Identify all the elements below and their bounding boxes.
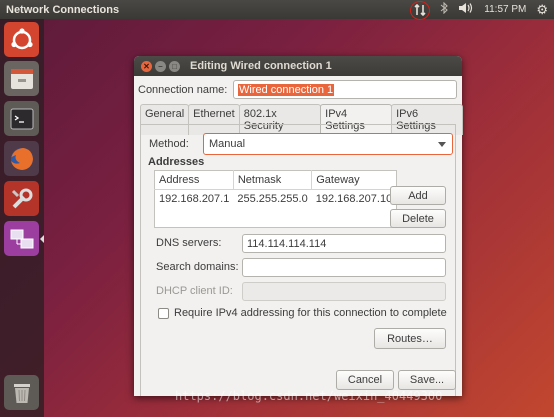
connection-name-field[interactable]: Wired connection 1	[233, 80, 457, 99]
require-ipv4-checkbox[interactable]	[158, 307, 169, 319]
require-ipv4-label: Require IPv4 addressing for this connect…	[174, 307, 447, 319]
method-value: Manual	[209, 138, 246, 150]
routes-button[interactable]: Routes…	[374, 328, 446, 349]
app-title: Network Connections	[6, 3, 120, 16]
method-select[interactable]: Manual	[203, 133, 453, 155]
column-header-address[interactable]: Address	[154, 170, 234, 190]
column-header-netmask[interactable]: Netmask	[233, 170, 313, 190]
gear-icon[interactable]: ⚙	[536, 2, 548, 18]
column-header-gateway[interactable]: Gateway	[311, 170, 397, 190]
maximize-icon[interactable]: □	[169, 60, 180, 72]
close-icon[interactable]: ✕	[141, 60, 152, 72]
addresses-heading: Addresses	[148, 156, 205, 168]
table-header: Address Netmask Gateway	[154, 170, 397, 190]
connection-name-label: Connection name:	[138, 83, 228, 96]
files-icon[interactable]	[4, 61, 39, 96]
launcher	[0, 19, 44, 417]
require-ipv4-row[interactable]: Require IPv4 addressing for this connect…	[158, 307, 447, 319]
connection-name-value: Wired connection 1	[238, 83, 335, 96]
dialog-title: Editing Wired connection 1	[190, 60, 332, 72]
network-arrows-icon[interactable]	[410, 0, 431, 20]
cancel-button[interactable]: Cancel	[336, 370, 394, 390]
dns-servers-value: 114.114.114.114	[247, 237, 327, 250]
dns-servers-label: DNS servers:	[156, 237, 222, 249]
addresses-table: Address Netmask Gateway 192.168.207.1 25…	[154, 170, 398, 228]
method-label: Method:	[149, 138, 189, 150]
top-panel: Network Connections 11:57 PM ⚙	[0, 0, 554, 20]
save-button[interactable]: Save...	[398, 370, 456, 390]
address-cell[interactable]: 192.168.207.1	[155, 190, 234, 209]
ubuntu-dash-icon[interactable]	[4, 22, 39, 57]
minimize-icon[interactable]: –	[155, 60, 166, 72]
gateway-cell[interactable]: 192.168.207.10	[312, 190, 397, 209]
table-row[interactable]: 192.168.207.1 255.255.255.0 192.168.207.…	[155, 190, 397, 209]
bluetooth-icon[interactable]	[440, 1, 449, 17]
table-row-empty	[155, 209, 397, 228]
volume-icon[interactable]	[458, 2, 474, 17]
dhcp-client-id-field	[242, 282, 446, 301]
watermark: https://blog.csdn.net/weixin_40449300	[175, 389, 443, 403]
chevron-down-icon	[438, 142, 446, 147]
firefox-icon[interactable]	[4, 141, 39, 176]
netmask-cell[interactable]: 255.255.255.0	[233, 190, 311, 209]
search-domains-label: Search domains:	[156, 261, 239, 273]
system-settings-icon[interactable]	[4, 181, 39, 216]
add-address-button[interactable]: Add	[390, 186, 446, 205]
network-settings-icon[interactable]	[4, 221, 44, 256]
clock[interactable]: 11:57 PM	[484, 4, 526, 15]
dialog-titlebar: ✕ – □ Editing Wired connection 1	[134, 56, 462, 76]
edit-connection-dialog: ✕ – □ Editing Wired connection 1 Connect…	[134, 56, 463, 396]
terminal-icon[interactable]	[4, 101, 39, 136]
dns-servers-field[interactable]: 114.114.114.114	[242, 234, 446, 253]
trash-icon[interactable]	[4, 375, 39, 410]
dhcp-client-id-label: DHCP client ID:	[156, 285, 233, 297]
system-tray: 11:57 PM ⚙	[410, 0, 554, 20]
search-domains-field[interactable]	[242, 258, 446, 277]
delete-address-button[interactable]: Delete	[390, 209, 446, 228]
